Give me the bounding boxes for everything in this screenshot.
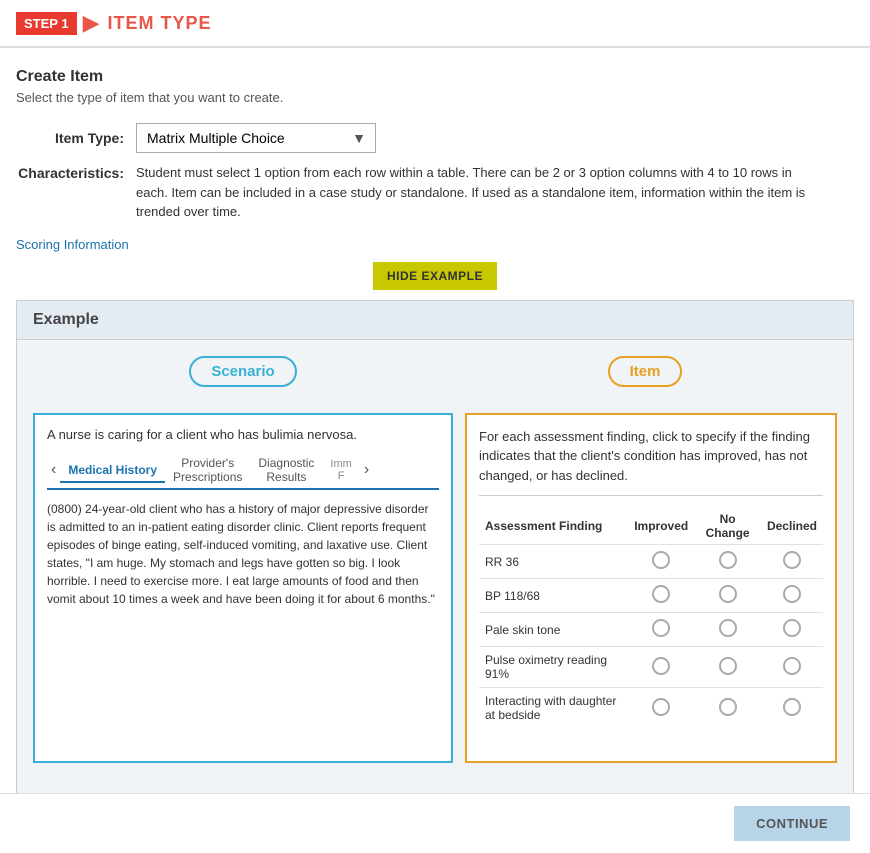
no-change-cell[interactable] xyxy=(694,688,761,729)
declined-cell[interactable] xyxy=(761,545,823,579)
table-row: Interacting with daughter at bedside xyxy=(479,688,823,729)
scenario-box: A nurse is caring for a client who has b… xyxy=(33,413,453,763)
create-item-title: Create Item xyxy=(16,68,854,86)
characteristics-text: Student must select 1 option from each r… xyxy=(136,163,816,222)
declined-cell[interactable] xyxy=(761,613,823,647)
no-change-cell[interactable] xyxy=(694,647,761,688)
table-header-row: Assessment Finding Improved No Change De… xyxy=(479,508,823,545)
improved-radio[interactable] xyxy=(652,551,670,569)
no-change-cell[interactable] xyxy=(694,613,761,647)
tab-diagnostic-results[interactable]: DiagnosticResults xyxy=(250,452,322,488)
improved-cell[interactable] xyxy=(628,647,694,688)
tabs-bar: ‹ Medical History Provider'sPrescription… xyxy=(47,452,439,490)
declined-cell[interactable] xyxy=(761,647,823,688)
item-type-dropdown-wrapper[interactable]: Matrix Multiple Choice ▼ xyxy=(136,123,376,153)
item-type-select[interactable]: Matrix Multiple Choice xyxy=(136,123,376,153)
characteristics-label: Characteristics: xyxy=(16,163,136,181)
item-column: For each assessment finding, click to sp… xyxy=(453,413,837,763)
arrow-icon: ▶ xyxy=(83,10,100,36)
declined-radio[interactable] xyxy=(783,585,801,603)
item-type-label: Item Type: xyxy=(16,130,136,146)
footer: CONTINUE xyxy=(0,793,870,853)
tab-next-button[interactable]: › xyxy=(360,459,373,481)
no-change-radio[interactable] xyxy=(719,585,737,603)
improved-radio[interactable] xyxy=(652,585,670,603)
col-header-improved: Improved xyxy=(628,508,694,545)
improved-radio[interactable] xyxy=(652,619,670,637)
scenario-column: A nurse is caring for a client who has b… xyxy=(33,413,453,763)
declined-radio[interactable] xyxy=(783,657,801,675)
scenario-text: A nurse is caring for a client who has b… xyxy=(47,427,439,442)
main-content: Create Item Select the type of item that… xyxy=(0,48,870,816)
table-row: RR 36 xyxy=(479,545,823,579)
no-change-radio[interactable] xyxy=(719,698,737,716)
tab-prev-button[interactable]: ‹ xyxy=(47,459,60,481)
item-bubble: Item xyxy=(608,356,683,387)
scenario-bubble: Scenario xyxy=(189,356,296,387)
table-row: Pulse oximetry reading 91% xyxy=(479,647,823,688)
matrix-table: Assessment Finding Improved No Change De… xyxy=(479,508,823,728)
col-header-finding: Assessment Finding xyxy=(479,508,628,545)
col-header-no-change: No Change xyxy=(694,508,761,545)
improved-radio[interactable] xyxy=(652,657,670,675)
create-item-subtitle: Select the type of item that you want to… xyxy=(16,90,854,105)
improved-cell[interactable] xyxy=(628,613,694,647)
improved-cell[interactable] xyxy=(628,688,694,729)
page-header: STEP 1 ▶ ITEM TYPE xyxy=(0,0,870,48)
no-change-cell[interactable] xyxy=(694,545,761,579)
hide-example-button[interactable]: HIDE EXAMPLE xyxy=(373,262,497,290)
item-instruction: For each assessment finding, click to sp… xyxy=(479,427,823,497)
col-header-declined: Declined xyxy=(761,508,823,545)
characteristics-row: Characteristics: Student must select 1 o… xyxy=(16,163,854,222)
bubble-labels-row: Scenario Item xyxy=(33,356,837,387)
item-type-row: Item Type: Matrix Multiple Choice ▼ xyxy=(16,123,854,153)
declined-radio[interactable] xyxy=(783,698,801,716)
finding-cell: RR 36 xyxy=(479,545,628,579)
no-change-radio[interactable] xyxy=(719,551,737,569)
table-row: BP 118/68 xyxy=(479,579,823,613)
tab-providers-prescriptions[interactable]: Provider'sPrescriptions xyxy=(165,452,250,488)
item-box: For each assessment finding, click to sp… xyxy=(465,413,837,763)
scenario-label-wrap: Scenario xyxy=(33,356,453,387)
no-change-radio[interactable] xyxy=(719,657,737,675)
continue-button[interactable]: CONTINUE xyxy=(734,806,850,841)
scenario-content: (0800) 24-year-old client who has a hist… xyxy=(47,500,439,608)
improved-cell[interactable] xyxy=(628,579,694,613)
finding-cell: Pale skin tone xyxy=(479,613,628,647)
example-section: Example Scenario Item A nurse is caring … xyxy=(16,300,854,796)
declined-radio[interactable] xyxy=(783,619,801,637)
declined-cell[interactable] xyxy=(761,579,823,613)
no-change-radio[interactable] xyxy=(719,619,737,637)
no-change-cell[interactable] xyxy=(694,579,761,613)
tab-medical-history[interactable]: Medical History xyxy=(60,459,165,483)
table-row: Pale skin tone xyxy=(479,613,823,647)
finding-cell: Interacting with daughter at bedside xyxy=(479,688,628,729)
declined-radio[interactable] xyxy=(783,551,801,569)
improved-cell[interactable] xyxy=(628,545,694,579)
declined-cell[interactable] xyxy=(761,688,823,729)
tab-imm-f[interactable]: ImmF xyxy=(322,454,359,486)
example-body: A nurse is caring for a client who has b… xyxy=(17,397,853,779)
example-header: Example xyxy=(17,301,853,340)
scoring-information-link[interactable]: Scoring Information xyxy=(16,237,129,252)
page-title: ITEM TYPE xyxy=(107,13,211,34)
finding-cell: BP 118/68 xyxy=(479,579,628,613)
improved-radio[interactable] xyxy=(652,698,670,716)
item-label-wrap: Item xyxy=(453,356,837,387)
step-badge: STEP 1 xyxy=(16,12,77,35)
finding-cell: Pulse oximetry reading 91% xyxy=(479,647,628,688)
